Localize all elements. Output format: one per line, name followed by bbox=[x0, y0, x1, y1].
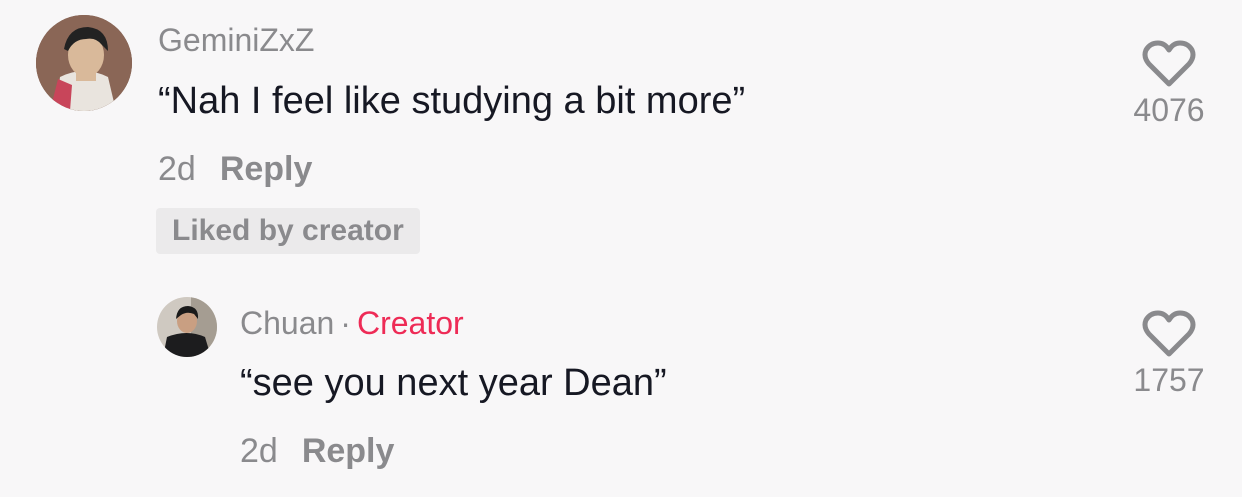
liked-by-creator-badge: Liked by creator bbox=[156, 208, 420, 254]
comment-text: “see you next year Dean” bbox=[240, 362, 667, 404]
avatar[interactable] bbox=[36, 15, 132, 111]
reply-button[interactable]: Reply bbox=[302, 432, 395, 470]
reply-button[interactable]: Reply bbox=[220, 150, 313, 188]
comment-meta: 2d Reply bbox=[158, 150, 312, 189]
heart-outline-icon bbox=[1142, 310, 1196, 357]
comment-username[interactable]: GeminiZxZ bbox=[158, 22, 314, 59]
avatar[interactable] bbox=[157, 297, 217, 357]
comment-username[interactable]: Chuan bbox=[240, 305, 334, 341]
like-button[interactable]: 4076 bbox=[1114, 40, 1224, 129]
like-count: 1757 bbox=[1133, 362, 1205, 398]
like-button[interactable]: 1757 bbox=[1114, 310, 1224, 399]
heart-outline-icon bbox=[1142, 40, 1196, 87]
comment-age: 2d bbox=[240, 432, 278, 470]
like-count: 4076 bbox=[1133, 92, 1205, 128]
comment-meta: 2d Reply bbox=[240, 432, 394, 471]
separator-dot: · bbox=[340, 305, 351, 341]
comment-username-line: Chuan · Creator bbox=[240, 305, 464, 342]
comment-age: 2d bbox=[158, 150, 196, 188]
comment-text: “Nah I feel like studying a bit more” bbox=[158, 80, 746, 122]
creator-badge: Creator bbox=[356, 305, 464, 341]
